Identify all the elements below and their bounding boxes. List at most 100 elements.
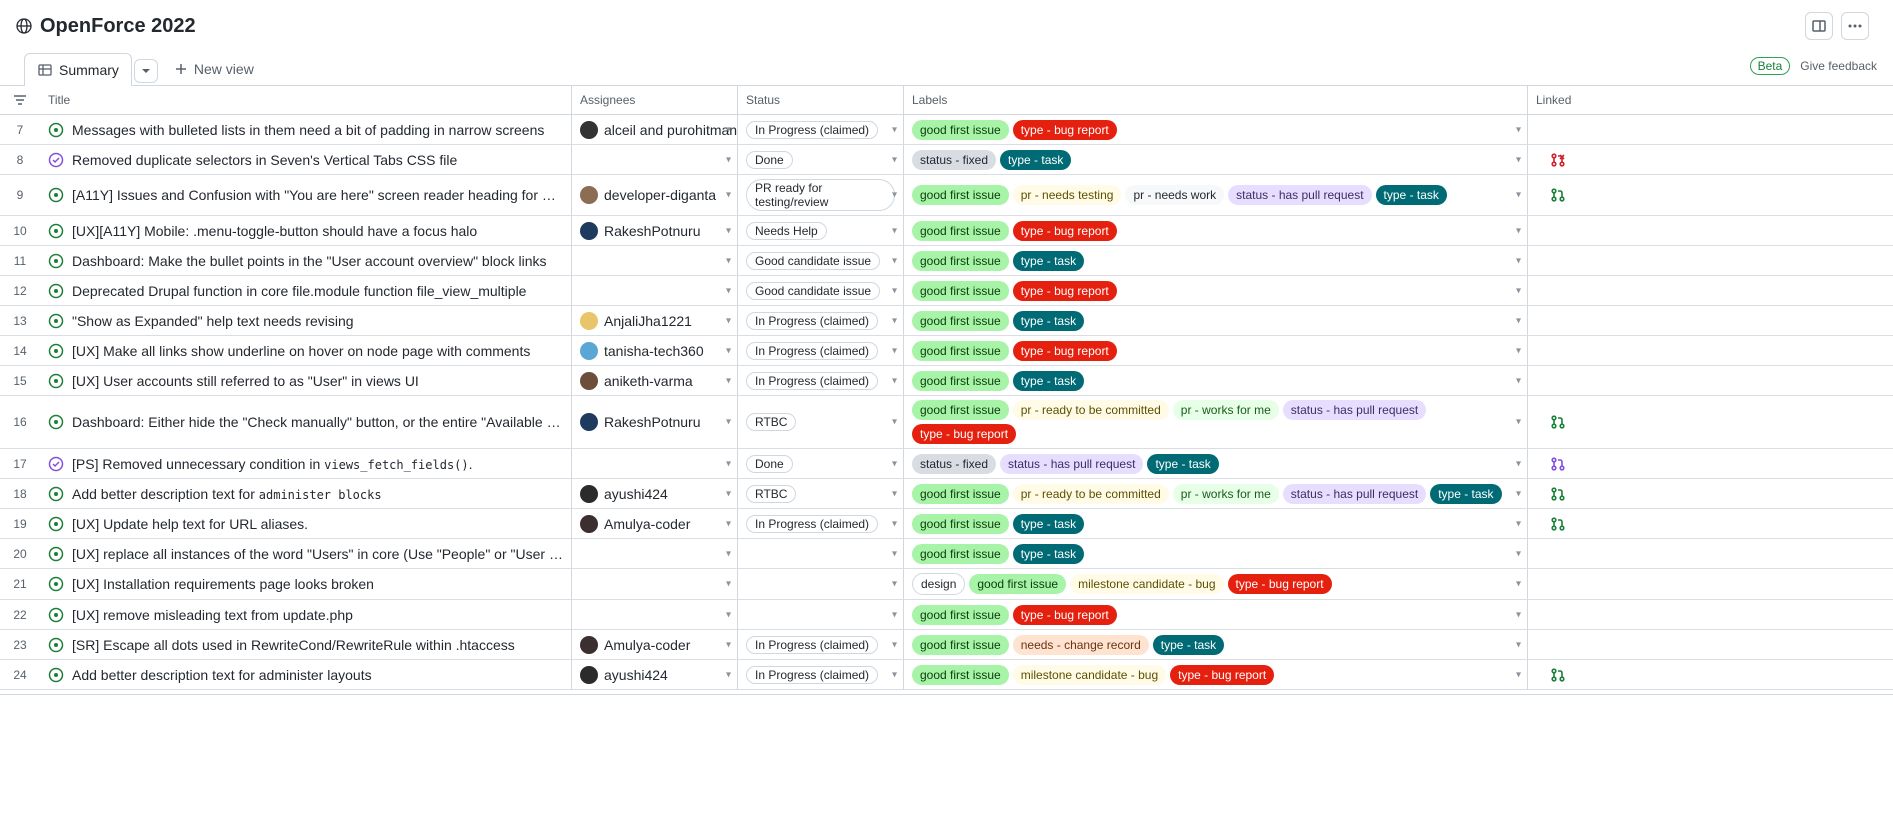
labels-cell[interactable]: good first issuetype - bug report▾	[904, 336, 1528, 365]
cell-dropdown-caret[interactable]: ▾	[1516, 548, 1521, 559]
column-header-assignees[interactable]: Assignees	[572, 86, 738, 114]
assignee-cell[interactable]: AnjaliJha1221▾	[572, 306, 738, 335]
cell-dropdown-caret[interactable]: ▾	[892, 417, 897, 428]
status-cell[interactable]: In Progress (claimed)▾	[738, 306, 904, 335]
cell-dropdown-caret[interactable]: ▾	[726, 190, 731, 201]
assignee-cell[interactable]: ▾	[572, 449, 738, 478]
title-cell[interactable]: [UX] Installation requirements page look…	[40, 569, 572, 599]
cell-dropdown-caret[interactable]: ▾	[726, 548, 731, 559]
linked-cell[interactable]	[1528, 175, 1588, 215]
table-row[interactable]: 11Dashboard: Make the bullet points in t…	[0, 246, 1893, 276]
table-row[interactable]: 21[UX] Installation requirements page lo…	[0, 569, 1893, 600]
status-cell[interactable]: Good candidate issue▾	[738, 276, 904, 305]
linked-cell[interactable]	[1528, 246, 1588, 275]
cell-dropdown-caret[interactable]: ▾	[892, 518, 897, 529]
cell-dropdown-caret[interactable]: ▾	[726, 518, 731, 529]
assignee-cell[interactable]: ▾	[572, 539, 738, 568]
table-row[interactable]: 8Removed duplicate selectors in Seven's …	[0, 145, 1893, 175]
linked-cell[interactable]	[1528, 216, 1588, 245]
cell-dropdown-caret[interactable]: ▾	[726, 345, 731, 356]
cell-dropdown-caret[interactable]: ▾	[726, 154, 731, 165]
status-cell[interactable]: In Progress (claimed)▾	[738, 366, 904, 395]
title-cell[interactable]: Removed duplicate selectors in Seven's V…	[40, 145, 572, 174]
assignee-cell[interactable]: Amulya-coder▾	[572, 630, 738, 659]
labels-cell[interactable]: good first issuetype - bug report▾	[904, 600, 1528, 629]
assignee-cell[interactable]: tanisha-tech360▾	[572, 336, 738, 365]
title-cell[interactable]: [UX] User accounts still referred to as …	[40, 366, 572, 395]
labels-cell[interactable]: good first issuetype - task▾	[904, 539, 1528, 568]
status-cell[interactable]: ▾	[738, 600, 904, 629]
cell-dropdown-caret[interactable]: ▾	[726, 255, 731, 266]
assignee-cell[interactable]: ▾	[572, 246, 738, 275]
cell-dropdown-caret[interactable]: ▾	[726, 458, 731, 469]
table-row[interactable]: 19[UX] Update help text for URL aliases.…	[0, 509, 1893, 539]
table-row[interactable]: 23[SR] Escape all dots used in RewriteCo…	[0, 630, 1893, 660]
labels-cell[interactable]: designgood first issuemilestone candidat…	[904, 569, 1528, 599]
status-cell[interactable]: PR ready for testing/review▾	[738, 175, 904, 215]
table-row[interactable]: 20[UX] replace all instances of the word…	[0, 539, 1893, 569]
cell-dropdown-caret[interactable]: ▾	[892, 345, 897, 356]
cell-dropdown-caret[interactable]: ▾	[1516, 609, 1521, 620]
column-header-status[interactable]: Status	[738, 86, 904, 114]
linked-cell[interactable]	[1528, 479, 1588, 508]
cell-dropdown-caret[interactable]: ▾	[892, 154, 897, 165]
title-cell[interactable]: [UX] replace all instances of the word "…	[40, 539, 572, 568]
labels-cell[interactable]: good first issuetype - task▾	[904, 366, 1528, 395]
title-cell[interactable]: [A11Y] Issues and Confusion with "You ar…	[40, 175, 572, 215]
status-cell[interactable]: In Progress (claimed)▾	[738, 509, 904, 538]
cell-dropdown-caret[interactable]: ▾	[1516, 375, 1521, 386]
cell-dropdown-caret[interactable]: ▾	[726, 315, 731, 326]
labels-cell[interactable]: good first issueneeds - change recordtyp…	[904, 630, 1528, 659]
assignee-cell[interactable]: aniketh-varma▾	[572, 366, 738, 395]
cell-dropdown-caret[interactable]: ▾	[726, 285, 731, 296]
column-header-labels[interactable]: Labels	[904, 86, 1528, 114]
labels-cell[interactable]: good first issuetype - bug report▾	[904, 276, 1528, 305]
linked-cell[interactable]	[1528, 600, 1588, 629]
assignee-cell[interactable]: developer-diganta▾	[572, 175, 738, 215]
linked-cell[interactable]	[1528, 539, 1588, 568]
table-row[interactable]: 15[UX] User accounts still referred to a…	[0, 366, 1893, 396]
cell-dropdown-caret[interactable]: ▾	[892, 375, 897, 386]
column-header-linked[interactable]: Linked	[1528, 86, 1588, 114]
labels-cell[interactable]: good first issuepr - needs testingpr - n…	[904, 175, 1528, 215]
cell-dropdown-caret[interactable]: ▾	[1516, 417, 1521, 428]
linked-cell[interactable]	[1528, 276, 1588, 305]
assignee-cell[interactable]: Amulya-coder▾	[572, 509, 738, 538]
tab-dropdown[interactable]	[134, 59, 158, 83]
cell-dropdown-caret[interactable]: ▾	[892, 225, 897, 236]
cell-dropdown-caret[interactable]: ▾	[726, 579, 731, 590]
title-cell[interactable]: "Show as Expanded" help text needs revis…	[40, 306, 572, 335]
cell-dropdown-caret[interactable]: ▾	[726, 488, 731, 499]
cell-dropdown-caret[interactable]: ▾	[892, 579, 897, 590]
labels-cell[interactable]: good first issuemilestone candidate - bu…	[904, 660, 1528, 689]
linked-cell[interactable]	[1528, 366, 1588, 395]
assignee-cell[interactable]: ayushi424▾	[572, 479, 738, 508]
assignee-cell[interactable]: RakeshPotnuru▾	[572, 216, 738, 245]
cell-dropdown-caret[interactable]: ▾	[892, 548, 897, 559]
linked-cell[interactable]	[1528, 569, 1588, 599]
table-row[interactable]: 10[UX][A11Y] Mobile: .menu-toggle-button…	[0, 216, 1893, 246]
assignee-cell[interactable]: RakeshPotnuru▾	[572, 396, 738, 448]
cell-dropdown-caret[interactable]: ▾	[892, 488, 897, 499]
title-cell[interactable]: Messages with bulleted lists in them nee…	[40, 115, 572, 144]
title-cell[interactable]: [UX] remove misleading text from update.…	[40, 600, 572, 629]
cell-dropdown-caret[interactable]: ▾	[892, 609, 897, 620]
table-row[interactable]: 14[UX] Make all links show underline on …	[0, 336, 1893, 366]
status-cell[interactable]: In Progress (claimed)▾	[738, 630, 904, 659]
labels-cell[interactable]: status - fixedstatus - has pull requestt…	[904, 449, 1528, 478]
cell-dropdown-caret[interactable]: ▾	[726, 225, 731, 236]
cell-dropdown-caret[interactable]: ▾	[892, 458, 897, 469]
linked-cell[interactable]	[1528, 449, 1588, 478]
table-row[interactable]: 18Add better description text for admini…	[0, 479, 1893, 509]
assignee-cell[interactable]: ▾	[572, 145, 738, 174]
linked-cell[interactable]	[1528, 509, 1588, 538]
assignee-cell[interactable]: alceil and purohitman▾	[572, 115, 738, 144]
cell-dropdown-caret[interactable]: ▾	[1516, 124, 1521, 135]
status-cell[interactable]: In Progress (claimed)▾	[738, 336, 904, 365]
labels-cell[interactable]: status - fixedtype - task▾	[904, 145, 1528, 174]
cell-dropdown-caret[interactable]: ▾	[1516, 639, 1521, 650]
cell-dropdown-caret[interactable]: ▾	[1516, 285, 1521, 296]
status-cell[interactable]: Done▾	[738, 145, 904, 174]
cell-dropdown-caret[interactable]: ▾	[1516, 315, 1521, 326]
cell-dropdown-caret[interactable]: ▾	[1516, 255, 1521, 266]
